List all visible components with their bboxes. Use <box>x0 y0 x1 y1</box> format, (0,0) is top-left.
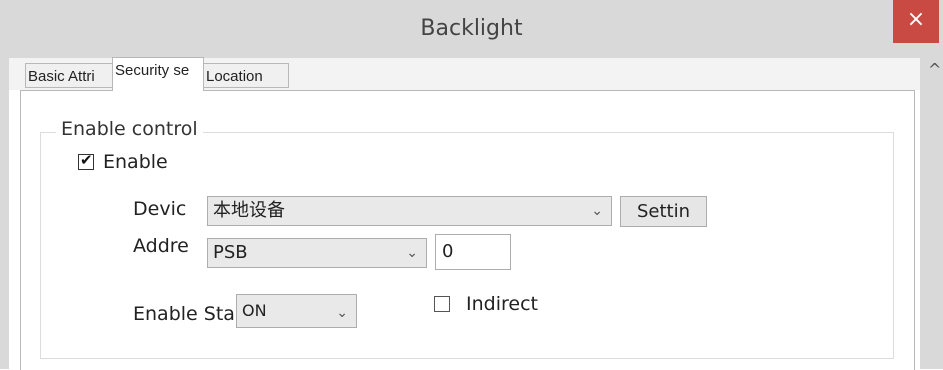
enable-checkbox[interactable]: ✔ <box>78 151 94 170</box>
device-select[interactable]: 本地设备 ⌄ <box>207 196 612 226</box>
tab-location[interactable]: Location <box>203 63 289 88</box>
close-icon: × <box>906 7 926 32</box>
window-title: Backlight <box>420 16 523 41</box>
window-frame-left <box>0 58 9 369</box>
device-label: Devic <box>133 198 187 220</box>
enable-state-select[interactable]: ON ⌄ <box>236 294 357 328</box>
enable-label: Enable <box>103 151 168 173</box>
chevron-down-icon: ⌄ <box>591 203 603 219</box>
indirect-label: Indirect <box>466 293 538 315</box>
address-label: Addre <box>133 235 189 257</box>
device-select-value: 本地设备 <box>213 200 285 221</box>
enable-state-label: Enable Sta <box>133 303 235 325</box>
address-type-select[interactable]: PSB ⌄ <box>207 238 427 268</box>
close-button[interactable]: × <box>893 0 939 43</box>
chevron-down-icon: ⌄ <box>406 245 418 261</box>
tab-basic-attributes[interactable]: Basic Attri <box>25 63 113 88</box>
tab-security-settings[interactable]: Security se <box>112 57 204 91</box>
address-index-input[interactable]: 0 <box>435 234 511 270</box>
enable-state-value: ON <box>242 301 267 320</box>
chevron-down-icon: ⌄ <box>336 305 348 321</box>
address-type-value: PSB <box>213 242 248 263</box>
scroll-up-icon[interactable]: ^ <box>928 60 941 79</box>
checkmark-icon: ✔ <box>80 151 93 169</box>
settings-button[interactable]: Settin <box>620 196 707 227</box>
window-frame-right <box>920 58 943 369</box>
group-title: Enable control <box>56 118 203 140</box>
indirect-checkbox[interactable] <box>434 296 450 312</box>
